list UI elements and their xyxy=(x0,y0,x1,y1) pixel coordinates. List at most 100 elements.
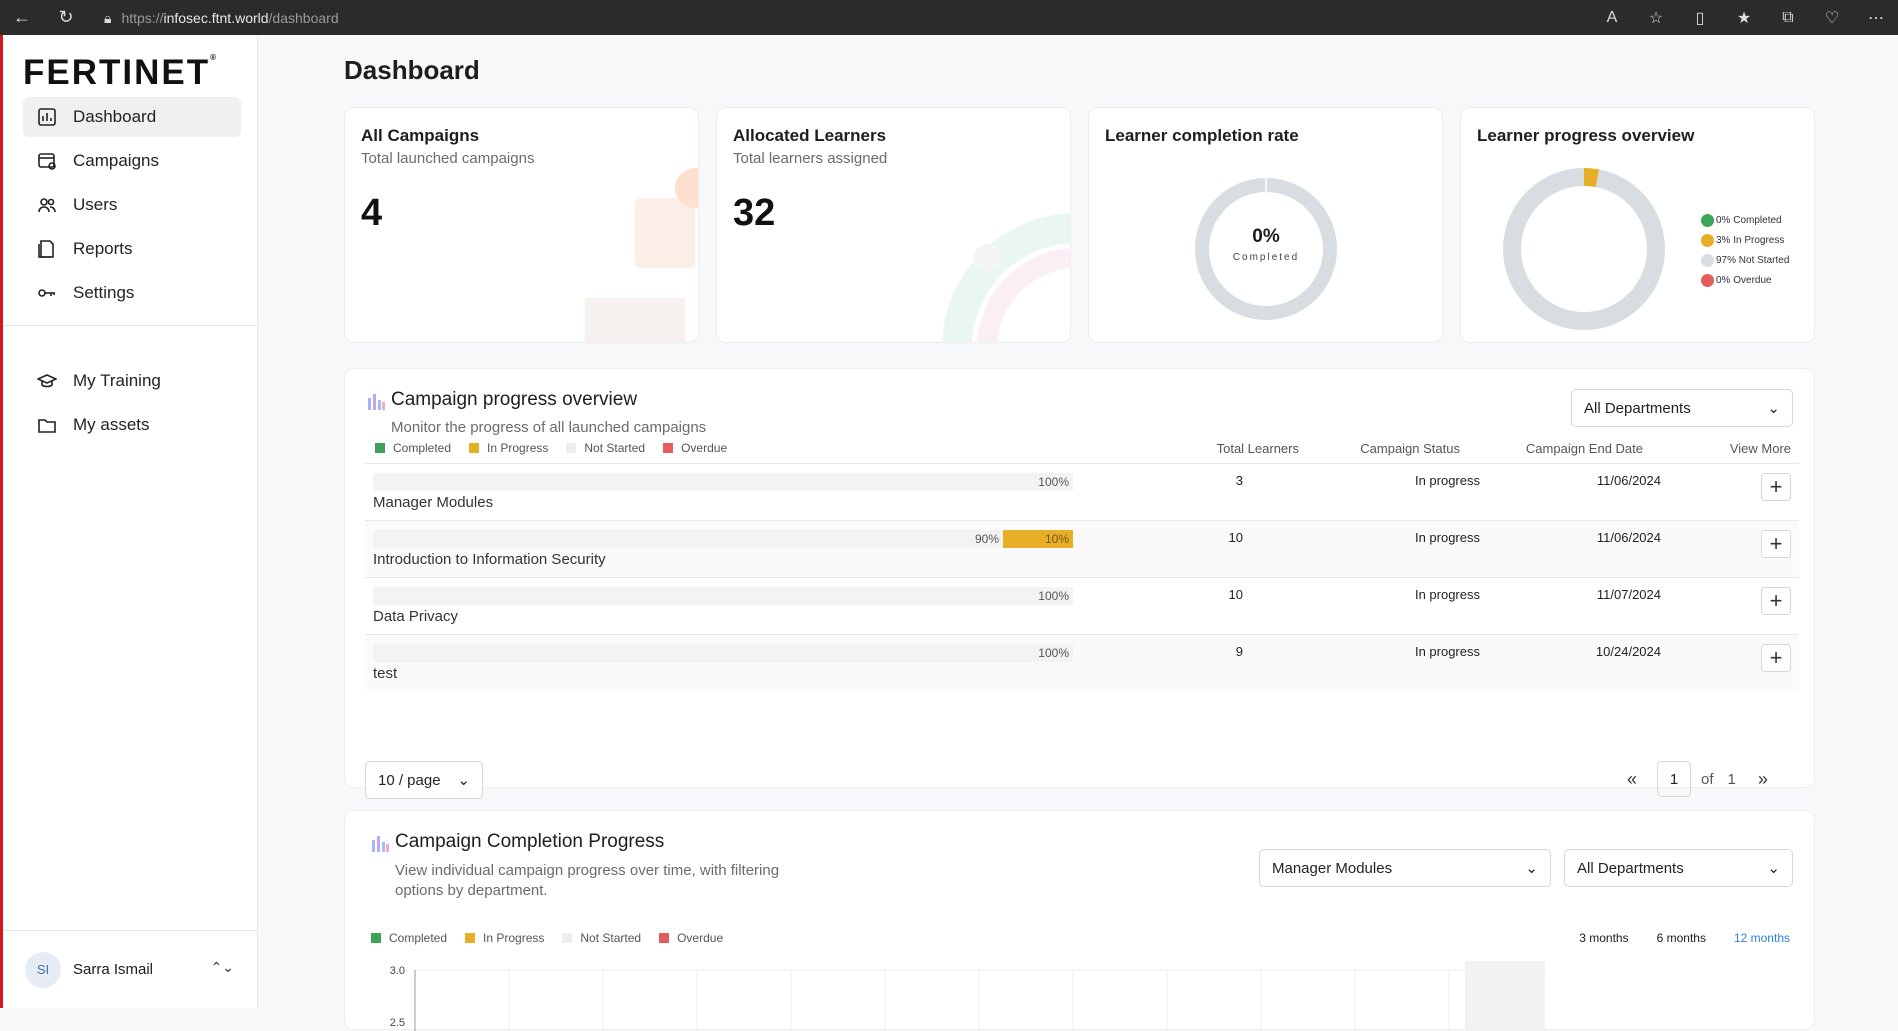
legend-in-progress: 3% In Progress xyxy=(1701,231,1789,251)
user-menu[interactable]: SI Sarra Ismail ⌃⌄ xyxy=(3,930,258,1008)
card-learner-completion-rate: Learner completion rate 0% Completed xyxy=(1088,107,1443,343)
favorite-icon[interactable]: ☆ xyxy=(1634,8,1678,28)
avatar: SI xyxy=(25,951,61,988)
range-3-months[interactable]: 3 months xyxy=(1579,931,1628,945)
page-number-input[interactable]: 1 xyxy=(1657,761,1692,797)
last-page-icon[interactable]: » xyxy=(1758,769,1768,790)
completion-label: Completed xyxy=(1232,252,1300,263)
table-row: 100% test 9 In progress 10/24/2024 + xyxy=(365,634,1799,690)
chart-gridlines xyxy=(414,969,1545,1031)
sidebar-item-settings[interactable]: Settings xyxy=(23,273,241,313)
sidebar-item-label: Campaigns xyxy=(73,151,159,170)
browser-toolbar: ← ↻ 🔒︎ https://infosec.ftnt.world/dashbo… xyxy=(0,0,1898,35)
reload-icon[interactable]: ↻ xyxy=(44,0,88,35)
total-learners: 10 xyxy=(1228,530,1243,545)
campaign-status: In progress xyxy=(1414,473,1480,488)
department-select[interactable]: All Departments ⌄ xyxy=(1571,389,1793,427)
sidebar-item-campaigns[interactable]: Campaigns xyxy=(23,141,241,181)
back-icon[interactable]: ← xyxy=(0,0,44,35)
page-size-select[interactable]: 10 / page ⌄ xyxy=(365,761,483,799)
read-aloud-icon[interactable]: A xyxy=(1590,9,1634,27)
sidebar-item-dashboard[interactable]: Dashboard xyxy=(23,97,241,137)
view-more-button[interactable]: + xyxy=(1761,644,1791,672)
chevron-down-icon: ⌄ xyxy=(1767,860,1780,877)
sidebar-item-users[interactable]: Users xyxy=(23,185,241,225)
legend-overdue: Overdue xyxy=(663,441,727,455)
status-legend: Completed In Progress Not Started Overdu… xyxy=(371,931,723,945)
sidebar-item-reports[interactable]: Reports xyxy=(23,229,241,269)
chevron-down-icon: ⌄ xyxy=(457,772,470,789)
collections-icon[interactable]: ⧉ xyxy=(1766,9,1810,27)
sidebar-item-label: Reports xyxy=(73,239,133,258)
sidebar-item-label: My Training xyxy=(73,371,161,390)
sidebar-nav: Dashboard Campaigns Users Reports Settin… xyxy=(23,97,241,317)
progress-bar: 90% 10% xyxy=(373,530,1073,548)
fortinet-logo: FERTINET® xyxy=(23,53,219,92)
completion-donut xyxy=(1195,178,1337,320)
range-12-months[interactable]: 12 months xyxy=(1734,931,1790,945)
more-icon[interactable]: ⋯ xyxy=(1854,8,1898,28)
end-date: 10/24/2024 xyxy=(1595,644,1661,659)
chevron-down-icon: ⌄ xyxy=(1767,400,1780,417)
campaign-name: Introduction to Information Security xyxy=(373,551,606,568)
total-learners: 3 xyxy=(1235,473,1243,488)
progress-legend: 0% Completed 3% In Progress 97% Not Star… xyxy=(1701,211,1789,291)
progress-bar: 100% xyxy=(373,587,1073,605)
view-more-button[interactable]: + xyxy=(1761,530,1791,558)
view-more-button[interactable]: + xyxy=(1761,473,1791,501)
campaign-status: In progress xyxy=(1414,587,1480,602)
view-more-button[interactable]: + xyxy=(1761,587,1791,615)
bar-chart-icon xyxy=(372,836,389,852)
chevron-down-icon: ⌄ xyxy=(1525,860,1538,877)
range-tabs: 3 months 6 months 12 months xyxy=(1579,931,1790,945)
legend-completed: 0% Completed xyxy=(1701,211,1789,231)
campaign-select[interactable]: Manager Modules ⌄ xyxy=(1259,849,1551,887)
key-icon xyxy=(38,289,55,297)
sidebar-nav-personal: My Training My assets xyxy=(23,361,241,449)
range-6-months[interactable]: 6 months xyxy=(1657,931,1706,945)
sidebar-item-my-assets[interactable]: My assets xyxy=(23,405,241,445)
panel-title: Campaign progress overview xyxy=(391,389,638,410)
card-learner-progress-overview: Learner progress overview 0% Completed 3… xyxy=(1460,107,1815,343)
legend-completed: Completed xyxy=(375,441,451,455)
legend-completed: Completed xyxy=(371,931,447,945)
end-date: 11/06/2024 xyxy=(1596,530,1661,545)
slice-not-started xyxy=(1503,168,1665,330)
card-value: 32 xyxy=(733,192,776,234)
campaign-progress-panel: Campaign progress overview Monitor the p… xyxy=(344,368,1815,799)
split-screen-icon[interactable]: ▯ xyxy=(1678,8,1722,28)
chevron-updown-icon[interactable]: ⌃⌄ xyxy=(211,959,234,976)
col-end-date: Campaign End Date xyxy=(1525,441,1643,456)
y-tick-label: 2.5 xyxy=(390,1017,405,1029)
card-title: All Campaigns xyxy=(361,126,480,145)
progress-donut xyxy=(1503,168,1665,330)
card-title: Learner completion rate xyxy=(1105,126,1299,145)
sidebar-item-label: My assets xyxy=(73,415,150,434)
pagination: « 1 of 1 » xyxy=(1627,761,1768,797)
campaign-completion-panel: Campaign Completion Progress View indivi… xyxy=(344,810,1815,1031)
not-started-pct: 90% xyxy=(974,532,999,546)
sidebar-item-my-training[interactable]: My Training xyxy=(23,361,241,401)
card-all-campaigns: All Campaigns Total launched campaigns 4 xyxy=(344,107,699,343)
favorites-icon[interactable]: ★ xyxy=(1722,8,1766,28)
legend-not-started: 97% Not Started xyxy=(1701,251,1789,271)
in-progress-segment: 10% xyxy=(1003,530,1073,548)
select-value: 10 / page xyxy=(378,771,441,789)
first-page-icon[interactable]: « xyxy=(1627,769,1637,790)
users-icon xyxy=(38,198,56,213)
end-date: 11/06/2024 xyxy=(1596,473,1661,488)
campaign-status: In progress xyxy=(1414,644,1480,659)
department-select[interactable]: All Departments ⌄ xyxy=(1564,849,1793,887)
panel-subtitle: Monitor the progress of all launched cam… xyxy=(391,419,707,436)
legend-overdue: 0% Overdue xyxy=(1701,271,1789,291)
legend-not-started: Not Started xyxy=(566,441,645,455)
completion-value: 0% xyxy=(1252,226,1280,247)
panel-subtitle: View individual campaign progress over t… xyxy=(395,862,780,899)
not-started-pct: 100% xyxy=(1038,646,1069,660)
extensions-icon[interactable]: ♡ xyxy=(1810,8,1854,28)
total-learners: 10 xyxy=(1228,587,1243,602)
address-bar[interactable]: 🔒︎ https://infosec.ftnt.world/dashboard xyxy=(104,5,1544,31)
card-allocated-learners: Allocated Learners Total learners assign… xyxy=(716,107,1071,343)
completion-chart: 3.0 2.5 xyxy=(390,961,1545,1031)
total-pages: 1 xyxy=(1727,770,1736,788)
